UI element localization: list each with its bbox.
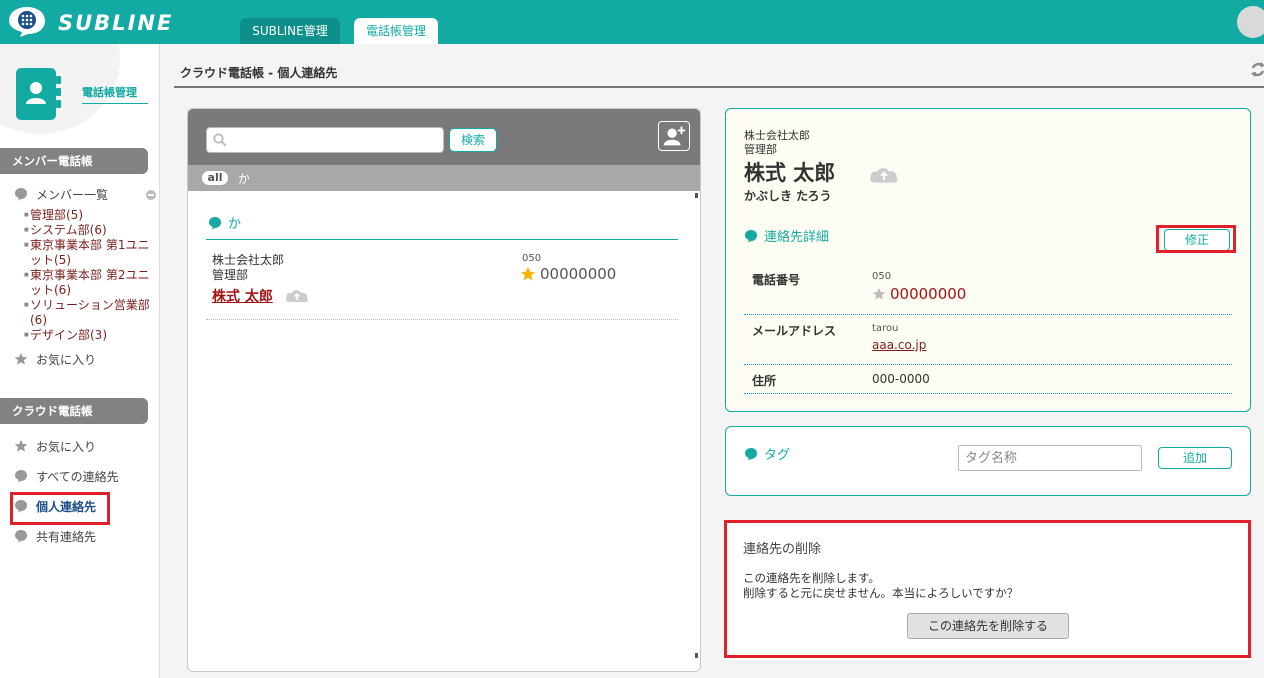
- scrollbar-bottom[interactable]: [695, 653, 698, 658]
- speech-bubble-icon: [15, 470, 27, 483]
- star-icon: [14, 352, 28, 365]
- tab-subline-admin[interactable]: SUBLINE管理: [240, 18, 340, 44]
- detail-divider: [744, 314, 1232, 315]
- row-divider: [206, 319, 678, 320]
- scrollbar-top[interactable]: [695, 193, 698, 198]
- address-label: 住所: [752, 374, 777, 388]
- refresh-icon[interactable]: [1250, 60, 1264, 80]
- email-link[interactable]: aaa.co.jp: [872, 338, 926, 352]
- sidebar-item-label: お気に入り: [36, 352, 97, 367]
- detail-divider: [744, 393, 1232, 394]
- subline-logo-icon: [9, 7, 45, 37]
- contact-detail-panel: 株士会社太郎 管理部 株式 太郎 かぶしき たろう 連絡先詳細 修正 電話番号 …: [725, 108, 1251, 412]
- speech-bubble-icon: [745, 229, 757, 242]
- detail-name: 株式 太郎: [744, 161, 836, 185]
- cloud-phonebook-section: クラウド電話帳: [0, 398, 148, 424]
- detail-divider: [744, 364, 1232, 365]
- filter-kana-button[interactable]: か: [238, 170, 250, 187]
- top-bar: SUBLINE SUBLINE管理 電話帳管理: [0, 0, 1264, 44]
- phone-number[interactable]: 00000000: [890, 285, 966, 303]
- group-divider: [206, 239, 678, 240]
- user-avatar[interactable]: [1237, 6, 1264, 38]
- contact-department: 管理部: [212, 268, 249, 282]
- cloud-icon: [870, 168, 898, 183]
- detail-section-title: 連絡先詳細: [744, 226, 829, 245]
- phone-sub-label: 050: [872, 271, 892, 282]
- tag-label: タグ: [764, 448, 791, 463]
- sidebar-dept-item[interactable]: 東京事業本部 第1ユニット(5): [24, 238, 154, 268]
- sidebar-item-label: すべての連絡先: [36, 469, 119, 484]
- app-logo[interactable]: SUBLINE: [8, 4, 198, 40]
- speech-bubble-icon: [15, 188, 27, 201]
- contact-phone-label: 050: [522, 253, 542, 264]
- kana-filter-bar: all か: [188, 165, 700, 191]
- phonebook-icon: [16, 68, 61, 120]
- filter-all-button[interactable]: all: [202, 171, 228, 185]
- detail-department: 管理部: [744, 143, 777, 156]
- sidebar-item-shared-contacts[interactable]: 共有連絡先: [14, 527, 96, 545]
- tab-phonebook-admin[interactable]: 電話帳管理: [354, 18, 438, 44]
- add-tag-button[interactable]: 追加: [1158, 447, 1232, 469]
- tag-section-title: タグ: [744, 444, 790, 463]
- email-label: メールアドレス: [752, 324, 837, 338]
- sidebar-title: 電話帳管理: [82, 84, 148, 104]
- sidebar-item-member-favorites[interactable]: お気に入り: [14, 350, 96, 368]
- contact-phone-number: 00000000: [540, 265, 617, 283]
- member-phonebook-section: メンバー電話帳: [0, 148, 148, 174]
- breadcrumb-divider: [174, 86, 1264, 88]
- sidebar-item-member-list[interactable]: メンバー一覧: [14, 185, 108, 203]
- email-sub-label: tarou: [872, 323, 899, 334]
- app-name: SUBLINE: [58, 11, 174, 35]
- search-icon: [213, 133, 227, 147]
- speech-bubble-icon: [15, 530, 27, 543]
- sidebar-item-label: 共有連絡先: [36, 529, 97, 544]
- add-contact-icon[interactable]: [658, 121, 690, 151]
- contact-list-panel: 検索 all か か 株士会社太郎 管理部 株式 太郎 050 00000000: [187, 108, 701, 672]
- sidebar-item-label: お気に入り: [36, 439, 97, 454]
- search-button[interactable]: 検索: [449, 128, 497, 152]
- sidebar-dept-item[interactable]: 東京事業本部 第2ユニット(6): [24, 268, 154, 298]
- speech-bubble-icon: [209, 216, 221, 229]
- highlight-box: [724, 520, 1251, 658]
- address-value: 000-0000: [872, 372, 930, 386]
- search-input[interactable]: [231, 130, 439, 150]
- sidebar: 電話帳管理 メンバー電話帳 メンバー一覧 管理部(5) システム部(6) 東京事…: [0, 44, 160, 678]
- section-label: 連絡先詳細: [764, 230, 830, 245]
- list-header: 検索: [188, 109, 700, 165]
- phone-value: 00000000: [872, 285, 966, 303]
- sidebar-dept-item[interactable]: システム部(6): [24, 223, 154, 238]
- contact-phone: 00000000: [520, 265, 616, 283]
- sidebar-item-label: メンバー一覧: [36, 187, 109, 202]
- tag-name-input[interactable]: [958, 445, 1142, 471]
- tag-panel: タグ 追加: [725, 426, 1251, 496]
- star-icon[interactable]: [520, 266, 536, 282]
- sidebar-item-cloud-favorites[interactable]: お気に入り: [14, 437, 96, 455]
- sidebar-dept-item[interactable]: 管理部(5): [24, 208, 154, 223]
- sidebar-dept-item[interactable]: デザイン部(3): [24, 328, 154, 343]
- detail-kana: かぶしき たろう: [744, 189, 832, 203]
- phone-label: 電話番号: [752, 273, 801, 287]
- sidebar-dept-item[interactable]: ソリューション営業部(6): [24, 298, 154, 328]
- highlight-box: [10, 492, 110, 525]
- highlight-box: [1156, 225, 1236, 253]
- group-header: か: [208, 213, 241, 232]
- star-icon: [14, 439, 28, 452]
- sidebar-item-all-contacts[interactable]: すべての連絡先: [14, 467, 119, 485]
- breadcrumb: クラウド電話帳 - 個人連絡先: [180, 66, 338, 80]
- star-icon[interactable]: [872, 287, 886, 301]
- collapse-icon[interactable]: [146, 190, 156, 200]
- contact-name-link[interactable]: 株式 太郎: [212, 286, 273, 306]
- speech-bubble-icon: [745, 447, 757, 460]
- group-label: か: [228, 217, 242, 232]
- search-box: [206, 127, 444, 153]
- cloud-icon: [285, 290, 309, 302]
